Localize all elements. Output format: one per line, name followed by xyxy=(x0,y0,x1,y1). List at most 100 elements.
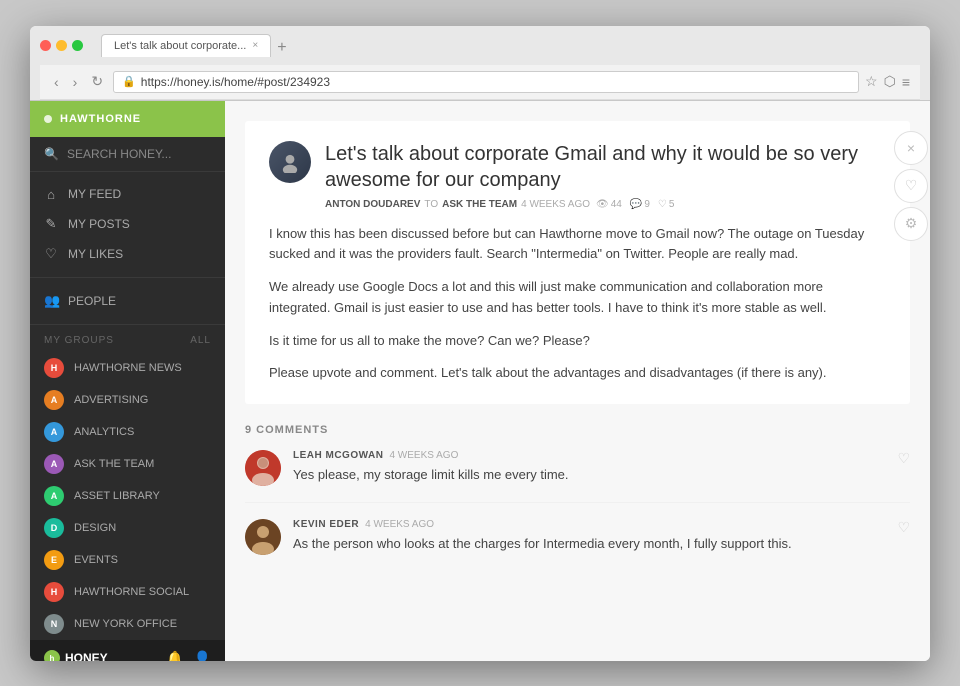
menu-button[interactable]: ≡ xyxy=(902,73,910,90)
sidebar-item-events[interactable]: E EVENTS xyxy=(30,544,225,576)
nav-bar: ‹ › ↻ 🔒 https://honey.is/home/#post/2349… xyxy=(40,65,920,100)
feed-icon: ⌂ xyxy=(44,187,58,202)
sidebar-item-ask-the-team[interactable]: A ASK THE TEAM xyxy=(30,448,225,480)
close-post-button[interactable]: × xyxy=(894,131,928,165)
group-color-indicator: A xyxy=(44,454,64,474)
post-settings-button[interactable]: ⚙ xyxy=(894,207,928,241)
post-comments-stat: 💬 9 xyxy=(630,199,650,210)
comment-item: LEAH MCGOWAN 4 WEEKS AGO Yes please, my … xyxy=(245,450,910,503)
post-header: Let's talk about corporate Gmail and why… xyxy=(269,141,886,210)
sidebar-header: HAWTHORNE xyxy=(30,101,225,137)
content-area: Let's talk about corporate Gmail and why… xyxy=(225,101,930,661)
post-actions: × ♡ ⚙ xyxy=(894,131,928,241)
sidebar-item-people[interactable]: 👥 PEOPLE xyxy=(30,286,225,316)
app-logo-icon: h xyxy=(44,650,60,661)
user-avatar-icon[interactable]: 👤 xyxy=(194,650,211,661)
extensions-button[interactable]: ⬡ xyxy=(884,73,896,90)
post-header-content: Let's talk about corporate Gmail and why… xyxy=(325,141,886,210)
sidebar-groups-header: MY GROUPS ALL xyxy=(30,325,225,352)
comment-icon: 💬 xyxy=(630,199,642,210)
comment-author-avatar xyxy=(245,450,281,486)
comment-meta: LEAH MCGOWAN 4 WEEKS AGO xyxy=(293,450,910,461)
eye-icon: 👁 xyxy=(596,199,609,210)
comment-author-name: LEAH MCGOWAN xyxy=(293,450,383,461)
post-title: Let's talk about corporate Gmail and why… xyxy=(325,141,886,193)
group-label: ANALYTICS xyxy=(74,426,134,438)
group-label: ADVERTISING xyxy=(74,394,148,406)
group-label: NEW YORK OFFICE xyxy=(74,618,177,630)
likes-icon: ♡ xyxy=(44,246,58,262)
sidebar-item-my-feed[interactable]: ⌂ MY FEED xyxy=(30,180,225,209)
group-color-indicator: A xyxy=(44,390,64,410)
active-tab[interactable]: Let's talk about corporate... × xyxy=(101,34,271,57)
comment-author-avatar xyxy=(245,519,281,555)
posts-icon: ✎ xyxy=(44,216,58,232)
avatar-image xyxy=(245,450,281,486)
groups-title: MY GROUPS xyxy=(44,335,114,346)
tab-close-button[interactable]: × xyxy=(252,40,258,51)
bookmark-button[interactable]: ☆ xyxy=(865,73,878,90)
comment-time-ago: 4 WEEKS AGO xyxy=(389,450,458,461)
comments-section: 9 COMMENTS xyxy=(225,424,930,607)
sidebar-item-label: MY FEED xyxy=(68,187,121,201)
group-label: ASSET LIBRARY xyxy=(74,490,160,502)
comment-like-button[interactable]: ♡ xyxy=(897,519,910,536)
sidebar-nav-items: ⌂ MY FEED ✎ MY POSTS ♡ MY LIKES xyxy=(30,172,225,278)
post-paragraph-4: Please upvote and comment. Let's talk ab… xyxy=(269,363,886,384)
sidebar-groups-list: H HAWTHORNE NEWS A ADVERTISING A ANALYTI… xyxy=(30,352,225,640)
post-likes-stat: ♡ 5 xyxy=(658,199,675,210)
workspace-icon xyxy=(44,115,52,123)
heart-icon: ♡ xyxy=(658,199,667,210)
close-traffic-light[interactable] xyxy=(40,40,51,51)
traffic-lights xyxy=(40,40,83,51)
sidebar-item-asset-library[interactable]: A ASSET LIBRARY xyxy=(30,480,225,512)
maximize-traffic-light[interactable] xyxy=(72,40,83,51)
reload-button[interactable]: ↻ xyxy=(87,71,107,92)
group-color-indicator: D xyxy=(44,518,64,538)
tab-label: Let's talk about corporate... xyxy=(114,40,246,52)
address-bar[interactable]: 🔒 https://honey.is/home/#post/234923 xyxy=(113,71,859,93)
avatar-image xyxy=(269,141,311,183)
forward-button[interactable]: › xyxy=(69,72,82,92)
comment-like-button[interactable]: ♡ xyxy=(897,450,910,467)
back-button[interactable]: ‹ xyxy=(50,72,63,92)
notifications-bell-icon[interactable]: 🔔 xyxy=(166,650,183,661)
group-label: ASK THE TEAM xyxy=(74,458,154,470)
post-group-name[interactable]: ASK THE TEAM xyxy=(442,199,517,210)
comment-content: KEVIN EDER 4 WEEKS AGO As the person who… xyxy=(293,519,910,555)
sidebar-search[interactable]: 🔍 SEARCH HONEY... xyxy=(30,137,225,172)
avatar-image xyxy=(245,519,281,555)
sidebar-item-label: MY LIKES xyxy=(68,247,123,261)
group-label: HAWTHORNE NEWS xyxy=(74,362,182,374)
minimize-traffic-light[interactable] xyxy=(56,40,67,51)
app-logo-text: HONEY xyxy=(65,651,108,661)
browser-window: Let's talk about corporate... × + ‹ › ↻ … xyxy=(30,26,930,661)
nav-actions: ☆ ⬡ ≡ xyxy=(865,73,910,90)
post-body: I know this has been discussed before bu… xyxy=(269,224,886,385)
group-color-indicator: N xyxy=(44,614,64,634)
comments-count: 9 xyxy=(644,199,650,210)
like-post-button[interactable]: ♡ xyxy=(894,169,928,203)
browser-chrome: Let's talk about corporate... × + ‹ › ↻ … xyxy=(30,26,930,101)
sidebar-item-analytics[interactable]: A ANALYTICS xyxy=(30,416,225,448)
sidebar-item-new-york-office[interactable]: N NEW YORK OFFICE xyxy=(30,608,225,640)
sidebar-item-design[interactable]: D DESIGN xyxy=(30,512,225,544)
group-color-indicator: E xyxy=(44,550,64,570)
likes-count: 5 xyxy=(669,199,675,210)
group-label: HAWTHORNE SOCIAL xyxy=(74,586,189,598)
post-paragraph-1: I know this has been discussed before bu… xyxy=(269,224,886,266)
new-tab-button[interactable]: + xyxy=(271,39,292,57)
sidebar-item-label: MY POSTS xyxy=(68,217,130,231)
post-author-avatar xyxy=(269,141,311,183)
post-to-label: TO xyxy=(424,199,438,210)
footer-actions: 🔔 👤 xyxy=(166,650,211,661)
groups-all-link[interactable]: ALL xyxy=(190,335,211,346)
sidebar-item-hawthorne-social[interactable]: H HAWTHORNE SOCIAL xyxy=(30,576,225,608)
sidebar-item-hawthorne-news[interactable]: H HAWTHORNE NEWS xyxy=(30,352,225,384)
sidebar-item-my-posts[interactable]: ✎ MY POSTS xyxy=(30,209,225,239)
post-views-stat: 👁 44 xyxy=(596,199,622,210)
group-label: EVENTS xyxy=(74,554,118,566)
sidebar-item-advertising[interactable]: A ADVERTISING xyxy=(30,384,225,416)
comment-meta: KEVIN EDER 4 WEEKS AGO xyxy=(293,519,910,530)
sidebar-item-my-likes[interactable]: ♡ MY LIKES xyxy=(30,239,225,269)
